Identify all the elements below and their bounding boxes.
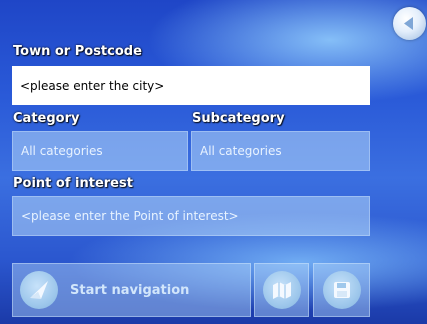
save-icon xyxy=(322,271,361,309)
start-navigation-label: Start navigation xyxy=(70,282,190,298)
category-select[interactable]: All categories xyxy=(12,131,188,171)
back-button[interactable] xyxy=(393,7,426,40)
poi-search-screen: Town or Postcode <please enter the city>… xyxy=(0,0,427,324)
save-button[interactable] xyxy=(313,263,370,317)
map-button[interactable] xyxy=(254,263,309,317)
map-icon xyxy=(262,271,301,309)
back-arrow-icon xyxy=(404,17,413,30)
subcategory-select[interactable]: All categories xyxy=(191,131,370,171)
category-label: Category xyxy=(13,111,80,126)
town-label: Town or Postcode xyxy=(13,44,142,59)
navigation-arrow-icon xyxy=(20,271,58,309)
start-navigation-button[interactable]: Start navigation xyxy=(12,263,251,317)
poi-label: Point of interest xyxy=(13,176,133,191)
poi-input[interactable]: <please enter the Point of interest> xyxy=(12,196,370,236)
town-input[interactable]: <please enter the city> xyxy=(12,66,370,105)
subcategory-label: Subcategory xyxy=(192,111,285,126)
